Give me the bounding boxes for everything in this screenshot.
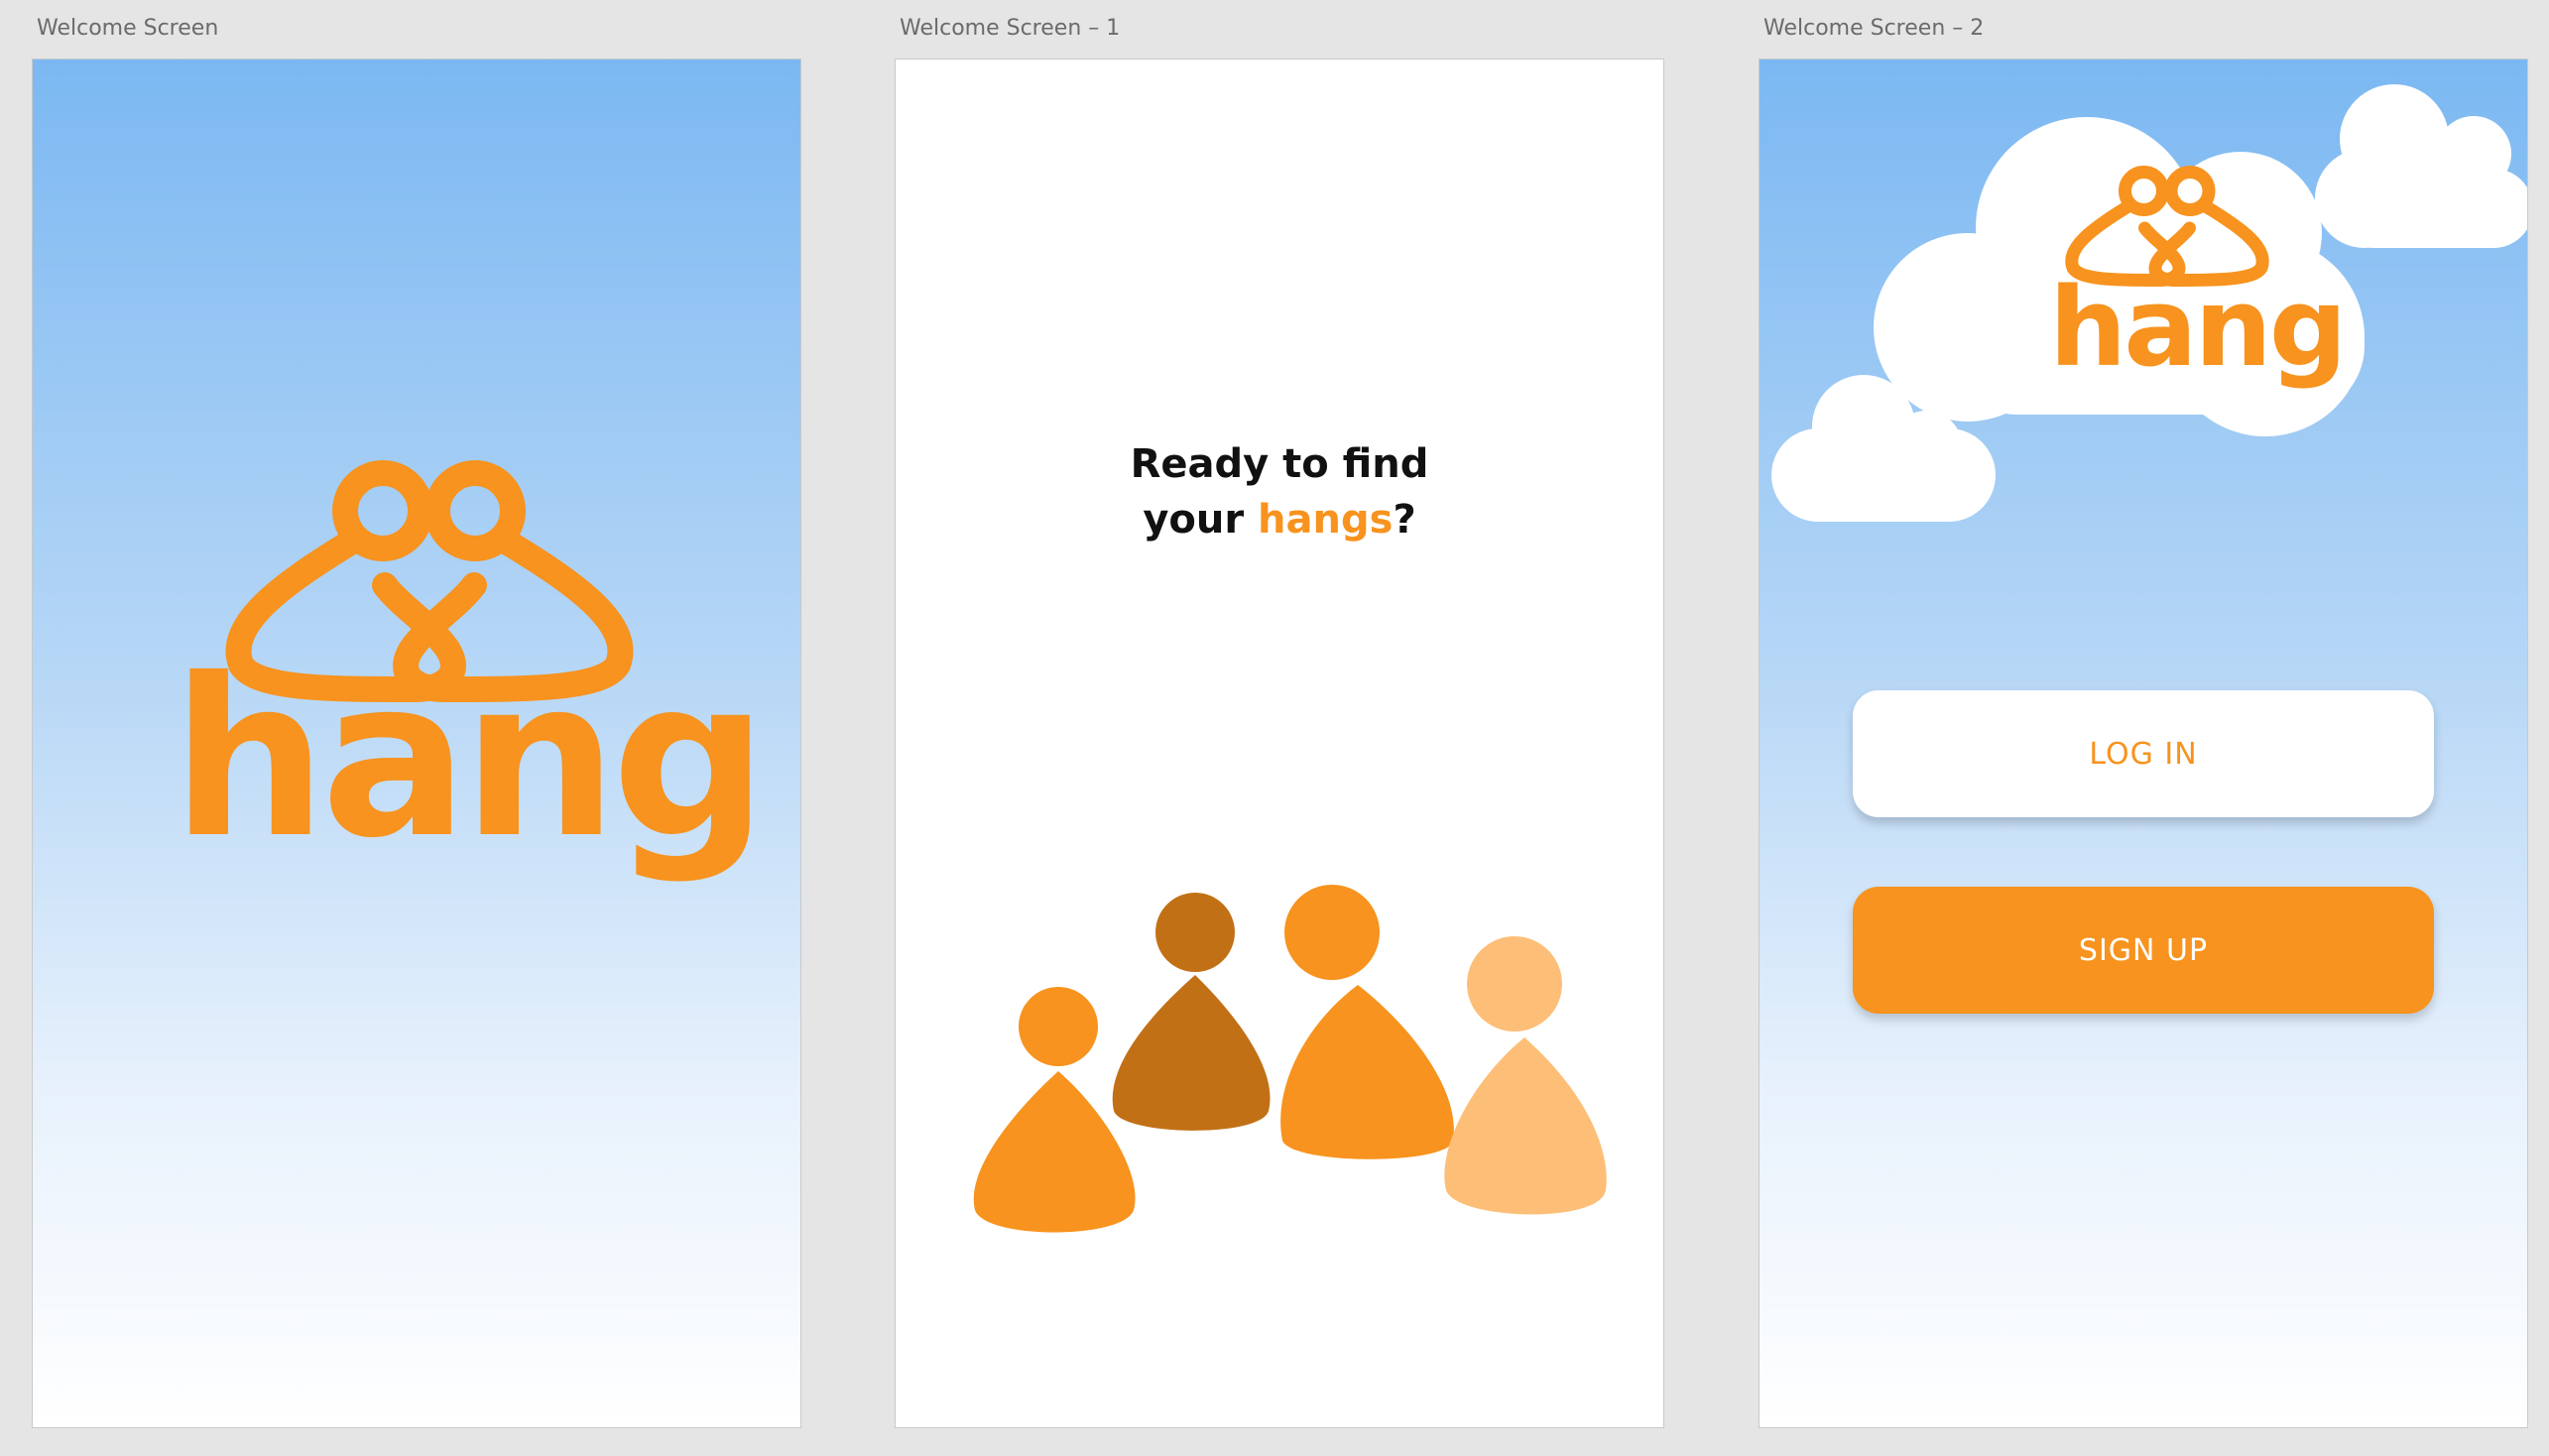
person-4-body	[1444, 1037, 1607, 1215]
prompt-line-2-post: ?	[1393, 497, 1416, 543]
person-1-body	[973, 1071, 1136, 1233]
hang-logo: hang	[172, 456, 768, 868]
person-2-body	[1112, 975, 1271, 1131]
signup-button[interactable]: SIGN UP	[1853, 887, 2434, 1014]
person-1-head	[1019, 987, 1098, 1066]
artboard-title-welcome: Welcome Screen	[37, 16, 219, 41]
person-2-head	[1155, 893, 1235, 972]
prompt-line-2: your hangs?	[896, 492, 1663, 547]
welcome-screen-2: hang LOG IN SIGN UP	[1759, 59, 2528, 1428]
prompt-line-2-pre: your	[1143, 497, 1259, 543]
person-3-head	[1284, 885, 1380, 980]
hang-wordmark: hang	[172, 632, 768, 886]
people-illustration	[973, 885, 1607, 1233]
welcome-prompt: Ready to find your hangs?	[896, 436, 1663, 547]
hang-logo-small: hang	[2049, 164, 2348, 402]
prompt-accent-hangs: hangs	[1258, 497, 1394, 543]
artboard-title-welcome-1: Welcome Screen – 1	[900, 16, 1121, 41]
prompt-line-1: Ready to find	[1130, 441, 1429, 487]
hang-wordmark-small: hang	[2049, 264, 2348, 391]
welcome-screen-1: Ready to find your hangs?	[895, 59, 1664, 1428]
welcome-screen: hang	[32, 59, 801, 1428]
person-4-head	[1467, 936, 1562, 1031]
person-3-body	[1280, 985, 1454, 1159]
login-button[interactable]: LOG IN	[1853, 690, 2434, 817]
artboard-title-welcome-2: Welcome Screen – 2	[1763, 16, 1985, 41]
